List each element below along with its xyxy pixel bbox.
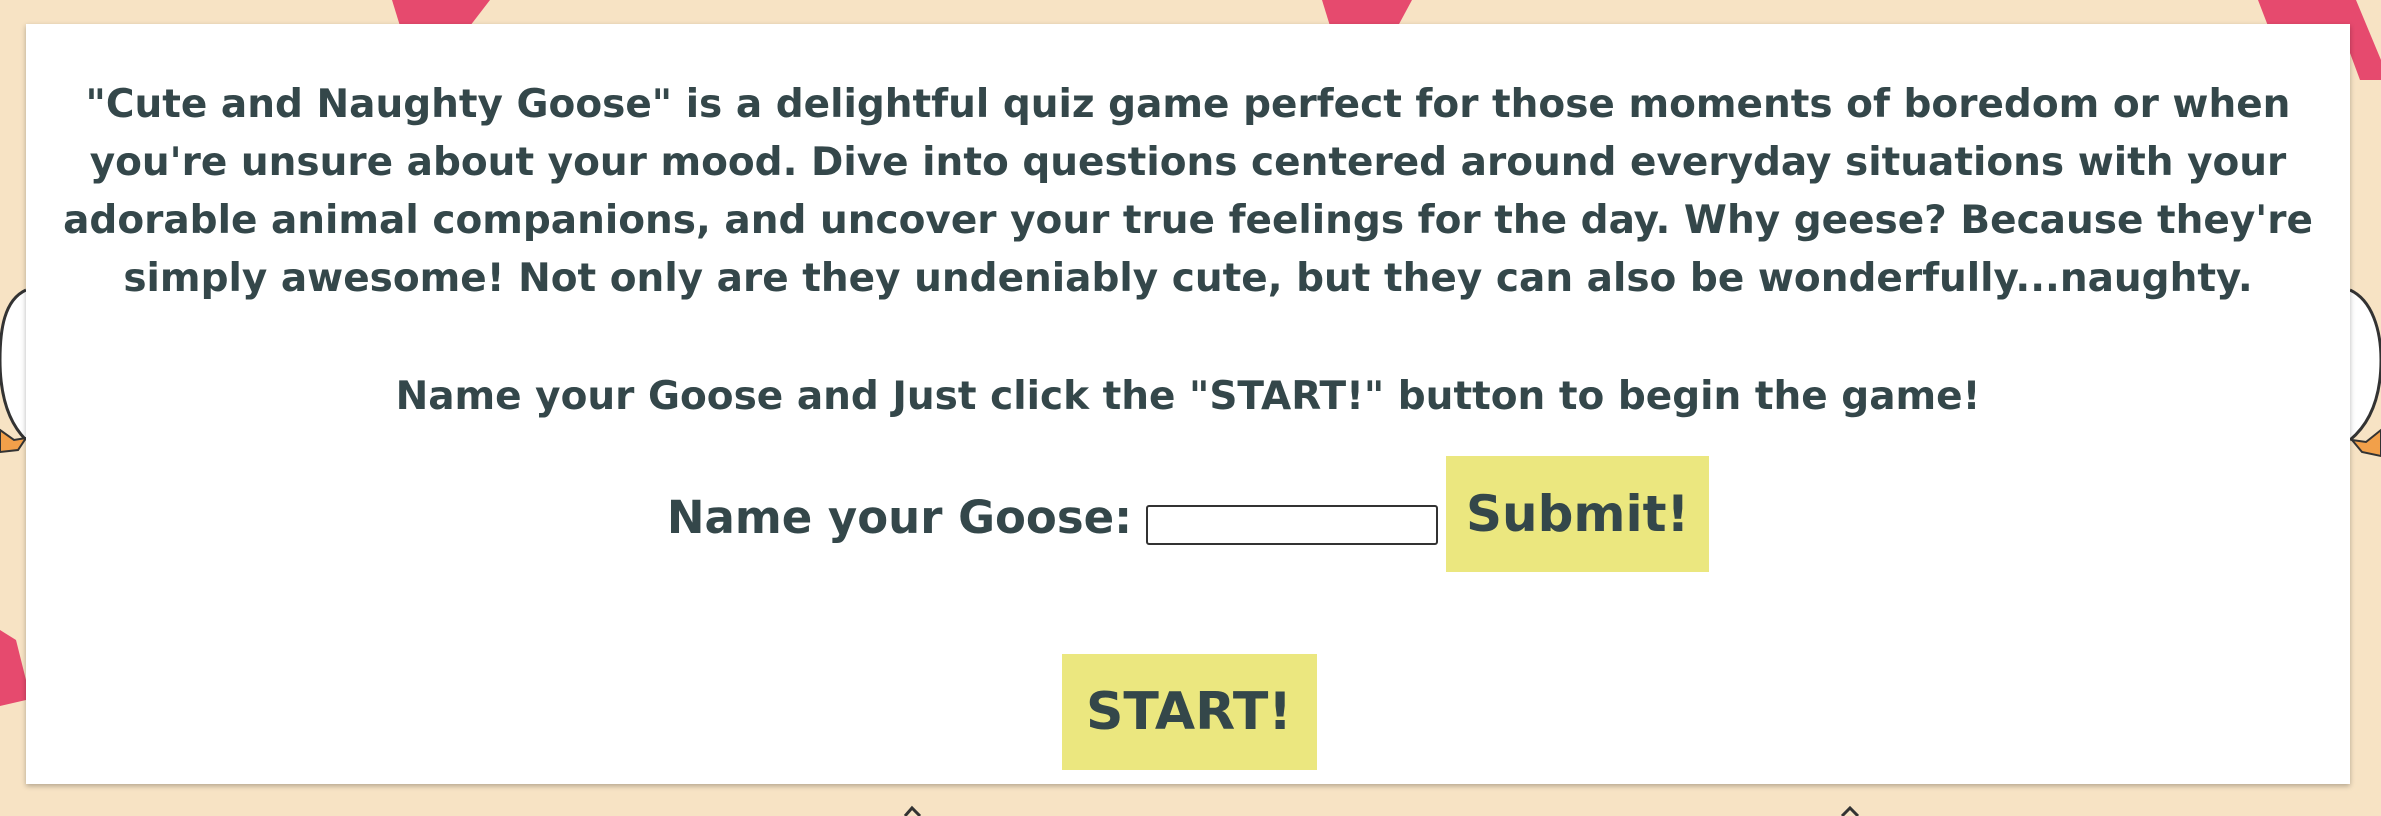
start-button[interactable]: START! — [1061, 654, 1317, 770]
goose-mark — [1840, 805, 1860, 816]
intro-description: "Cute and Naughty Goose" is a delightful… — [63, 82, 2313, 301]
goose-outline — [2349, 288, 2381, 442]
goose-outline — [0, 288, 28, 442]
name-goose-label: Name your Goose: — [666, 490, 1133, 544]
pink-scarf-shape — [392, 0, 490, 26]
pink-scarf-shape — [0, 630, 26, 706]
pink-scarf-shape — [1322, 0, 1412, 26]
name-goose-form: Name your Goose: Submit! — [56, 456, 2320, 572]
start-row: START! — [56, 654, 2320, 770]
intro-panel: "Cute and Naughty Goose" is a delightful… — [26, 24, 2350, 784]
goose-mark — [903, 805, 922, 816]
goose-name-input[interactable] — [1146, 505, 1439, 545]
instruction-text: Name your Goose and Just click the "STAR… — [395, 374, 1981, 419]
submit-button[interactable]: Submit! — [1446, 456, 1710, 572]
